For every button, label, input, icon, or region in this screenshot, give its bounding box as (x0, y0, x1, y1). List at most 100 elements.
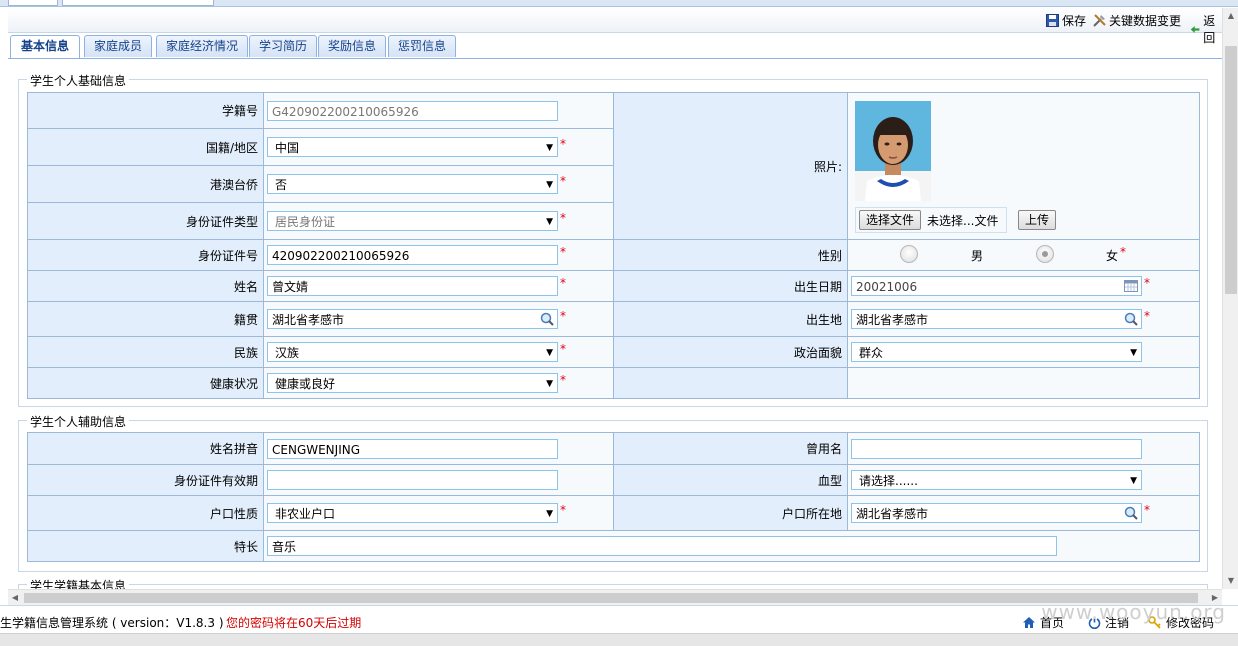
hukou-type-select[interactable]: 非农业户口 ▼ (267, 503, 558, 523)
password-expiry-warning: 您的密码将在60天后过期 (226, 616, 362, 630)
scroll-up-icon[interactable]: ▲ (1223, 8, 1238, 24)
ethnic-label: 民族 (27, 336, 264, 368)
required-mark: * (560, 373, 566, 387)
specialty-field[interactable]: 音乐 (267, 536, 1057, 556)
horizontal-scrollbar[interactable]: ◀ ▶ (8, 589, 1222, 605)
system-version-text: 生学籍信息管理系统 ( version：V1.8.3 ) (0, 616, 224, 630)
idvalid-label: 身份证件有效期 (27, 464, 264, 496)
formername-label: 曾用名 (613, 432, 848, 465)
required-mark: * (560, 276, 566, 290)
save-label: 保存 (1062, 14, 1087, 28)
hukou-loc-label: 户口所在地 (613, 495, 848, 531)
idtype-label: 身份证件类型 (27, 202, 264, 240)
gender-female-radio[interactable] (1036, 245, 1054, 263)
required-mark: * (1120, 245, 1126, 259)
birthplace-field[interactable]: 湖北省孝感市 (851, 309, 1142, 329)
pinyin-field[interactable]: CENGWENJING (267, 438, 558, 459)
name-field[interactable]: 曾文婧 (267, 276, 558, 296)
gat-select[interactable]: 否 ▼ (267, 174, 558, 194)
vertical-scroll-thumb[interactable] (1225, 46, 1237, 294)
ethnic-select[interactable]: 汉族 ▼ (267, 342, 558, 362)
tab-bar: 基本信息 家庭成员 家庭经济情况 学习简历 奖励信息 惩罚信息 (8, 35, 1222, 59)
basic-info-table: 学籍号 G420902200210065926 照片: 选择文件 未选择...文… (27, 92, 1200, 399)
tab-punishments[interactable]: 惩罚信息 (388, 35, 456, 57)
required-mark: * (1144, 276, 1150, 290)
birthplace-value: 湖北省孝感市 (856, 313, 929, 327)
photo-label: 照片: (613, 92, 848, 240)
chevron-down-icon: ▼ (546, 509, 553, 519)
empty-field-cell (847, 367, 1200, 399)
choose-file-button[interactable]: 选择文件 (859, 210, 922, 230)
health-select[interactable]: 健康或良好 ▼ (267, 373, 558, 393)
watermark: www.wooyun.org (1041, 600, 1226, 624)
gender-cell: 男 女 * (847, 239, 1200, 271)
save-icon (1046, 14, 1059, 27)
top-tab-2[interactable] (62, 0, 214, 6)
name-label: 姓名 (27, 270, 264, 302)
basic-info-section-title: 学生个人基础信息 (27, 72, 130, 89)
bottom-frame-edge (0, 633, 1238, 646)
required-mark: * (560, 342, 566, 356)
aux-info-table: 姓名拼音 CENGWENJING 曾用名 身份证件有效期 血型 请选择.....… (27, 432, 1200, 562)
xjh-field[interactable]: G420902200210065926 (267, 100, 558, 121)
idtype-select[interactable]: 居民身份证 ▼ (267, 211, 558, 231)
horizontal-scroll-thumb[interactable] (24, 593, 1198, 603)
birth-label: 出生日期 (613, 270, 848, 302)
specialty-label: 特长 (27, 530, 264, 562)
required-mark: * (560, 137, 566, 151)
vertical-scrollbar[interactable]: ▲ ▼ (1222, 8, 1238, 589)
required-mark: * (560, 245, 566, 259)
form-content: 学生个人基础信息 学籍号 G420902200210065926 照片: 选择文… (8, 59, 1220, 589)
required-mark: * (1144, 503, 1150, 517)
top-tab-1[interactable] (8, 0, 58, 6)
chevron-down-icon: ▼ (546, 217, 553, 227)
school-info-section-title: 学生学籍基本信息 (27, 577, 130, 589)
nationality-select[interactable]: 中国 ▼ (267, 137, 558, 157)
aux-info-section-title: 学生个人辅助信息 (27, 413, 130, 430)
idvalid-field[interactable] (267, 470, 558, 490)
political-label: 政治面貌 (613, 336, 848, 368)
idno-field[interactable]: 420902200210065926 (267, 245, 558, 265)
required-mark: * (560, 503, 566, 517)
xjh-label: 学籍号 (27, 92, 264, 129)
tab-family-members[interactable]: 家庭成员 (84, 35, 152, 57)
tab-basic-info[interactable]: 基本信息 (10, 35, 80, 58)
search-icon[interactable] (1124, 506, 1138, 520)
toolbar: 保存 关键数据变更 返回 (8, 8, 1222, 45)
tab-study-resume[interactable]: 学习简历 (249, 35, 317, 57)
ethnic-value: 汉族 (275, 346, 300, 360)
jiguan-field[interactable]: 湖北省孝感市 (267, 309, 558, 329)
hukou-loc-field[interactable]: 湖北省孝感市 (851, 503, 1142, 523)
pinyin-label: 姓名拼音 (27, 432, 264, 465)
search-icon[interactable] (1124, 312, 1138, 326)
health-label: 健康状况 (27, 367, 264, 399)
chevron-down-icon: ▼ (546, 348, 553, 358)
tab-rewards[interactable]: 奖励信息 (318, 35, 386, 57)
scroll-left-icon[interactable]: ◀ (8, 590, 22, 605)
required-mark: * (1144, 309, 1150, 323)
required-mark: * (560, 211, 566, 225)
birth-value: 20021006 (856, 280, 918, 294)
political-select[interactable]: 群众 ▼ (851, 342, 1142, 362)
gender-label: 性别 (613, 239, 848, 271)
birthplace-label: 出生地 (613, 301, 848, 337)
top-tab-strip (0, 0, 1238, 7)
no-file-text: 未选择...文件 (927, 214, 999, 228)
calendar-icon[interactable] (1124, 280, 1138, 292)
scroll-down-icon[interactable]: ▼ (1223, 573, 1238, 589)
search-icon[interactable] (540, 312, 554, 326)
upload-button[interactable]: 上传 (1018, 210, 1057, 230)
birth-field[interactable]: 20021006 (851, 276, 1142, 296)
key-data-change-label: 关键数据变更 (1109, 14, 1182, 28)
gender-male-radio[interactable] (900, 245, 918, 263)
hukou-type-label: 户口性质 (27, 495, 264, 531)
tab-family-economy[interactable]: 家庭经济情况 (156, 35, 248, 57)
formername-field[interactable] (851, 438, 1142, 459)
hukou-type-value: 非农业户口 (275, 507, 336, 521)
blood-select[interactable]: 请选择...... ▼ (851, 470, 1142, 490)
key-data-change-button[interactable]: 关键数据变更 (1093, 12, 1181, 29)
save-button[interactable]: 保存 (1046, 12, 1086, 29)
gender-male-label: 男 (971, 249, 984, 263)
photo-cell: 选择文件 未选择...文件 上传 (847, 92, 1200, 240)
back-arrow-icon (1190, 25, 1200, 33)
